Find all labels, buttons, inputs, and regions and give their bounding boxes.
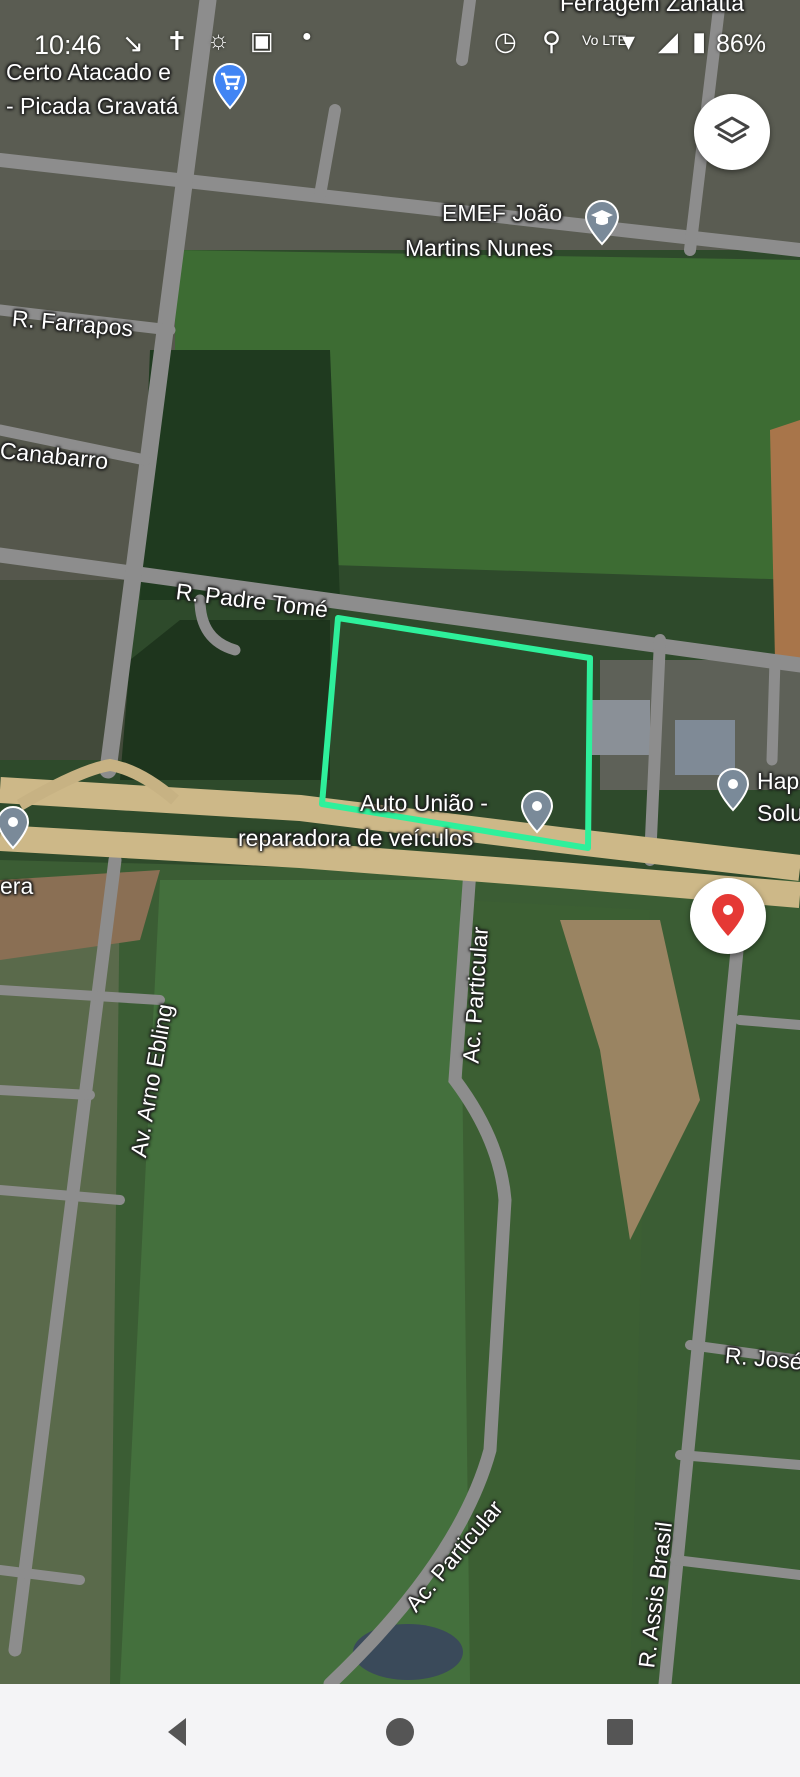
- shopping-cart-pin-icon[interactable]: [212, 62, 248, 110]
- poi-pin-icon[interactable]: [716, 768, 750, 812]
- location-icon: ⚲: [542, 26, 562, 56]
- recents-icon[interactable]: [602, 1714, 638, 1750]
- warehouse-roof: [590, 700, 650, 755]
- layers-icon: [714, 116, 750, 144]
- warehouse-roof: [675, 720, 735, 775]
- road-lot: [0, 1085, 95, 1100]
- instagram-icon: ▣: [250, 27, 274, 55]
- road-east-connector-2: [766, 654, 781, 766]
- place-label-certo-atacado-2[interactable]: - Picada Gravatá: [6, 93, 179, 120]
- place-label-emef-2[interactable]: Martins Nunes: [405, 235, 553, 262]
- poi-pin-icon[interactable]: [520, 790, 554, 834]
- messenger-icon: ☼: [207, 26, 230, 54]
- cross-icon: ✝: [166, 26, 188, 56]
- system-navigation-bar: [0, 1684, 800, 1777]
- red-pin-icon: [712, 894, 744, 936]
- volte-icon: Vo LTE: [582, 32, 627, 48]
- home-icon[interactable]: [382, 1714, 418, 1750]
- forest-patch: [140, 350, 340, 600]
- missed-call-icon: ↘: [122, 28, 144, 58]
- battery-icon: ▮: [692, 26, 707, 56]
- place-label-auto-uniao-2[interactable]: reparadora de veículos: [238, 825, 473, 852]
- school-pin-icon[interactable]: [584, 200, 620, 246]
- dirt-strip: [770, 420, 800, 660]
- wifi-icon: ▾: [622, 26, 636, 56]
- place-label-era[interactable]: era: [0, 873, 33, 900]
- road-side: [735, 1015, 800, 1030]
- back-icon[interactable]: [160, 1714, 196, 1750]
- alarm-icon: ◷: [494, 26, 517, 56]
- status-time: 10:46: [34, 30, 102, 60]
- place-label-certo-atacado[interactable]: Certo Atacado e: [6, 59, 171, 86]
- place-label-ferragem[interactable]: Ferragem Zanatta: [560, 0, 744, 17]
- poi-pin-icon[interactable]: [0, 806, 30, 850]
- place-label-hap-2[interactable]: Solu: [757, 800, 800, 827]
- place-label-hap[interactable]: Hap: [757, 768, 799, 795]
- layers-button[interactable]: [694, 94, 770, 170]
- status-battery: 86%: [715, 30, 766, 58]
- place-label-emef[interactable]: EMEF João: [442, 200, 562, 227]
- signal-icon: ◢: [658, 26, 678, 56]
- selected-location-marker[interactable]: [690, 878, 766, 954]
- dot-icon: ●: [302, 28, 312, 45]
- place-label-auto-uniao[interactable]: Auto União -: [360, 790, 488, 817]
